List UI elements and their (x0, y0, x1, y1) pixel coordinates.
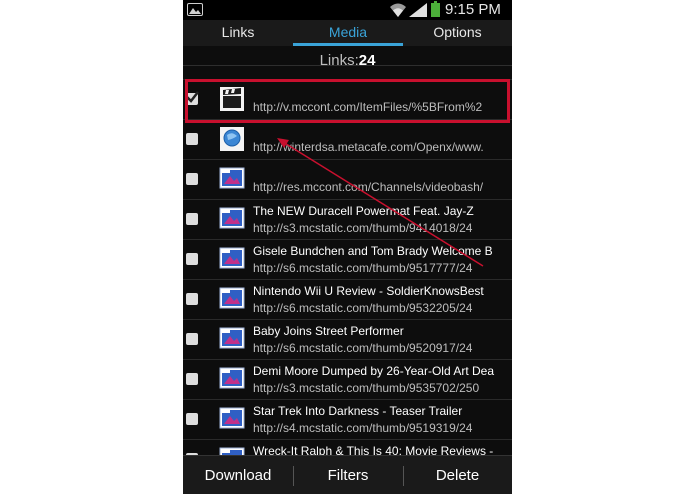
download-button[interactable]: Download (183, 456, 293, 494)
image-icon (219, 367, 245, 389)
tab-options[interactable]: Options (403, 20, 512, 46)
item-title: The NEW Duracell Powermat Feat. Jay-Z (253, 204, 474, 218)
bottom-action-bar: Download Filters Delete (183, 455, 512, 494)
row-checkbox[interactable] (186, 133, 198, 145)
highlight-box (185, 79, 510, 123)
list-item[interactable]: Baby Joins Street Performer http://s6.mcs… (183, 319, 512, 358)
item-title: Demi Moore Dumped by 26-Year-Old Art Dea (253, 364, 494, 378)
tab-bar: Links Media Options (183, 20, 512, 66)
list-item[interactable]: Star Trek Into Darkness - Teaser Trailer… (183, 399, 512, 438)
tab-links[interactable]: Links (183, 20, 293, 46)
links-count-label: Links: (319, 52, 359, 69)
image-icon (219, 407, 245, 429)
item-url: http://s3.mcstatic.com/thumb/9535702/250 (253, 381, 480, 395)
item-url: http://s4.mcstatic.com/thumb/9519319/24 (253, 421, 473, 435)
item-title: Gisele Bundchen and Tom Brady Welcome B (253, 244, 493, 258)
item-url: http://s3.mcstatic.com/thumb/9414018/24 (253, 221, 473, 235)
links-count-value: 24 (358, 52, 376, 69)
image-icon (219, 327, 245, 349)
globe-icon (219, 127, 245, 151)
battery-icon (431, 1, 440, 17)
links-count: Links:24 (183, 52, 512, 69)
row-checkbox[interactable] (186, 173, 198, 185)
item-url: http://res.mccont.com/Channels/videobash… (253, 180, 484, 194)
list-item[interactable]: The NEW Duracell Powermat Feat. Jay-Z htt… (183, 199, 512, 238)
image-icon (219, 207, 245, 229)
delete-button[interactable]: Delete (403, 456, 512, 494)
item-title: Baby Joins Street Performer (253, 324, 404, 338)
list-item[interactable]: http://winterdsa.metacafe.com/Openx/www. (183, 119, 512, 158)
row-checkbox[interactable] (186, 293, 198, 305)
phone-screen: 9:15 PM Links Media Options Links:24 htt… (183, 0, 512, 494)
item-title: Nintendo Wii U Review - SoldierKnowsBest (253, 284, 484, 298)
notification-image-icon (187, 3, 203, 16)
status-time: 9:15 PM (445, 1, 501, 18)
row-checkbox[interactable] (186, 253, 198, 265)
row-checkbox[interactable] (186, 373, 198, 385)
row-checkbox[interactable] (186, 413, 198, 425)
list-item[interactable]: Wreck-It Ralph & This Is 40: Movie Revie… (183, 439, 512, 455)
item-title: Star Trek Into Darkness - Teaser Trailer (253, 404, 463, 418)
item-url: http://s6.mcstatic.com/thumb/9517777/24 (253, 261, 473, 275)
image-icon (219, 167, 245, 189)
item-url: http://winterdsa.metacafe.com/Openx/www. (253, 140, 484, 154)
list-item[interactable]: Demi Moore Dumped by 26-Year-Old Art Dea… (183, 359, 512, 398)
wifi-icon (390, 3, 406, 17)
item-url: http://s6.mcstatic.com/thumb/9532205/24 (253, 301, 473, 315)
item-url: http://s6.mcstatic.com/thumb/9520917/24 (253, 341, 473, 355)
media-list: http://v.mccont.com/ItemFiles/%5BFrom%2 h… (183, 79, 512, 455)
active-tab-indicator (293, 43, 403, 46)
filters-button[interactable]: Filters (293, 456, 403, 494)
row-checkbox[interactable] (186, 333, 198, 345)
list-item[interactable]: http://res.mccont.com/Channels/videobash… (183, 159, 512, 198)
image-icon (219, 247, 245, 269)
row-checkbox[interactable] (186, 213, 198, 225)
image-icon (219, 287, 245, 309)
list-item[interactable]: Nintendo Wii U Review - SoldierKnowsBest… (183, 279, 512, 318)
image-icon (219, 447, 245, 455)
status-bar: 9:15 PM (183, 0, 512, 20)
signal-icon (409, 3, 427, 17)
item-title: Wreck-It Ralph & This Is 40: Movie Revie… (253, 444, 494, 455)
list-item[interactable]: Gisele Bundchen and Tom Brady Welcome B h… (183, 239, 512, 278)
